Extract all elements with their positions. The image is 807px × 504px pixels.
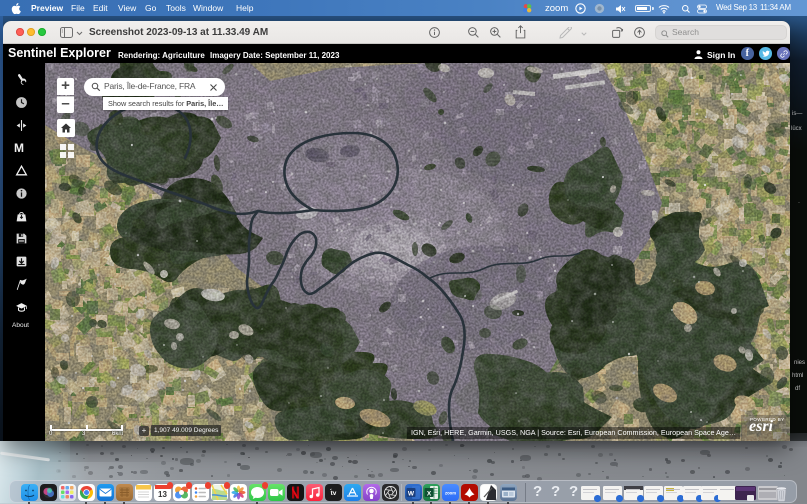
svg-text:tv: tv [330, 490, 336, 497]
svg-text:W: W [407, 491, 414, 498]
svg-text:zoom: zoom [444, 491, 455, 496]
svg-text:X: X [426, 491, 431, 498]
svg-text:13: 13 [158, 490, 167, 499]
